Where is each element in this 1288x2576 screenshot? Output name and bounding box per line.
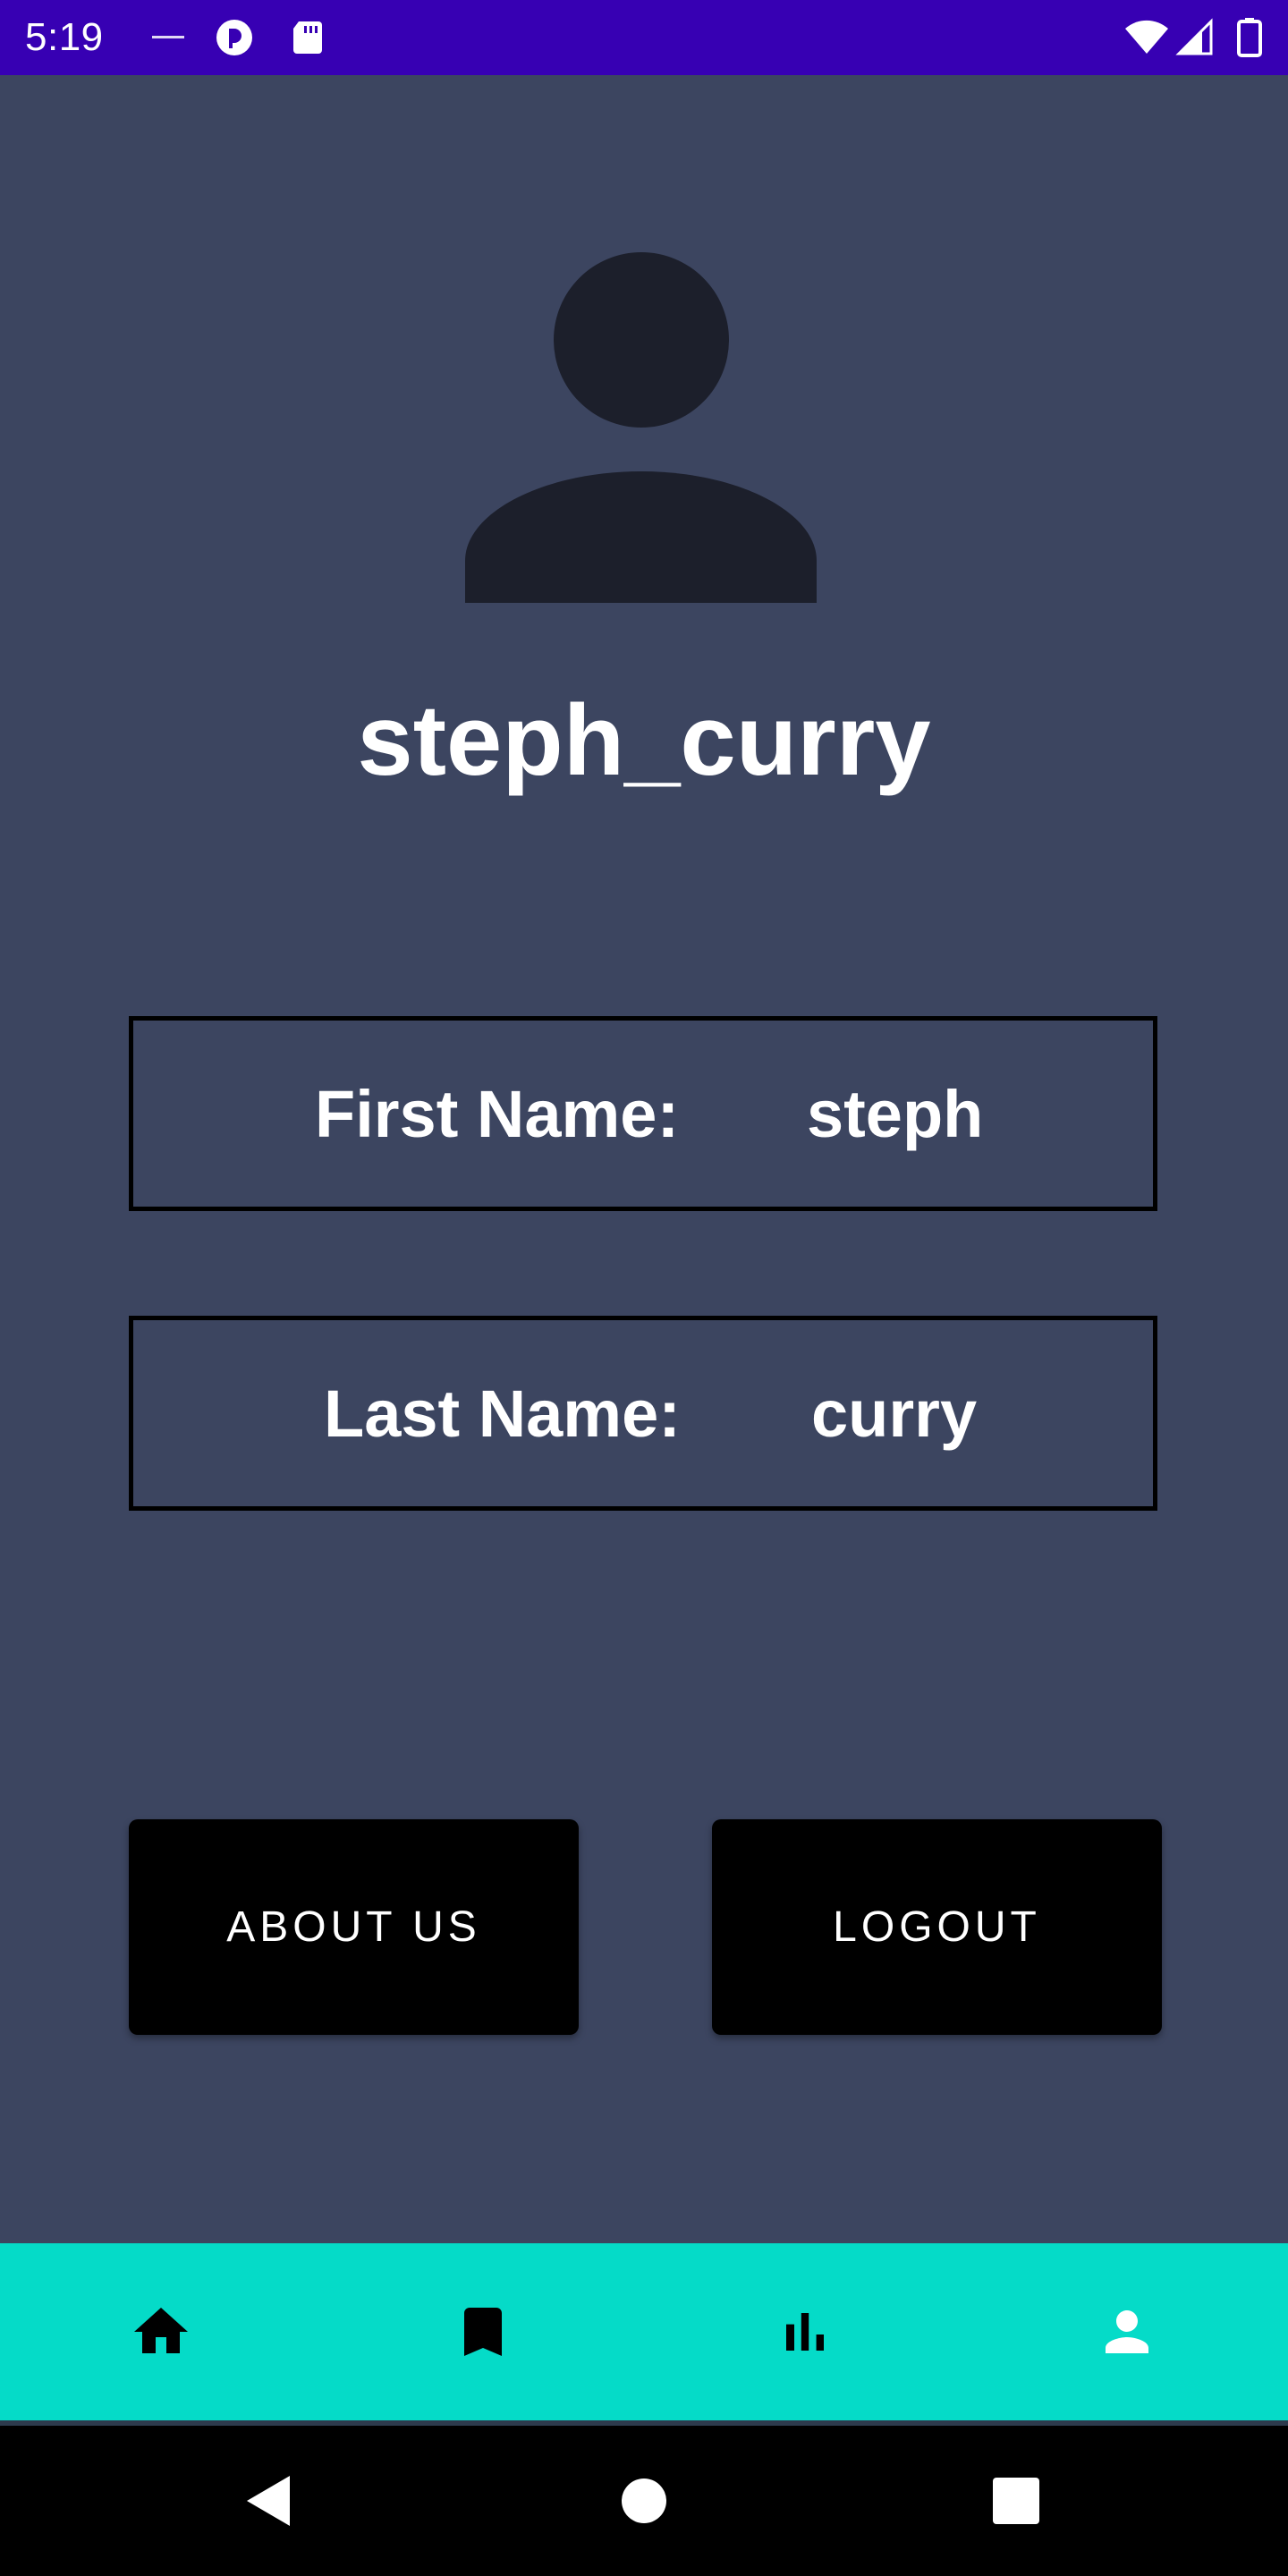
last-name-box: Last Name: curry <box>129 1316 1157 1511</box>
back-button[interactable] <box>224 2456 313 2546</box>
last-name-label: Last Name: <box>324 1376 681 1451</box>
bookmark-icon <box>464 2308 502 2356</box>
first-name-value: steph <box>807 1076 984 1151</box>
logout-button[interactable]: LOGOUT <box>712 1819 1162 2035</box>
first-name-box: First Name: steph <box>129 1016 1157 1211</box>
tiny-text-notification-icon <box>152 36 184 38</box>
person-icon <box>1106 2310 1148 2353</box>
username-title: steph_curry <box>357 684 931 796</box>
cellular-signal-icon <box>1175 18 1213 55</box>
nav-item-stats[interactable] <box>644 2243 966 2420</box>
home-icon <box>134 2308 188 2353</box>
system-navigation-bar <box>0 2426 1288 2576</box>
battery-icon <box>1237 18 1262 57</box>
nav-item-bookmarks[interactable] <box>322 2243 644 2420</box>
home-system-button[interactable] <box>599 2456 689 2546</box>
profile-screen: 5:19 steph_curry First Name: steph Last … <box>0 0 1288 2576</box>
last-name-value: curry <box>811 1376 978 1451</box>
recents-square-icon <box>993 2478 1039 2524</box>
status-time: 5:19 <box>25 15 104 59</box>
back-triangle-icon <box>247 2476 290 2526</box>
bottom-navigation <box>0 2243 1288 2420</box>
home-circle-icon <box>622 2479 666 2523</box>
recents-button[interactable] <box>971 2456 1061 2546</box>
avatar-icon <box>465 252 817 603</box>
status-bar: 5:19 <box>0 0 1288 75</box>
first-name-label: First Name: <box>315 1076 680 1151</box>
bar-chart-icon <box>786 2313 824 2351</box>
nav-item-home[interactable] <box>0 2243 322 2420</box>
about-us-button[interactable]: ABOUT US <box>129 1819 579 2035</box>
sd-card-icon <box>293 21 322 54</box>
wifi-icon <box>1125 20 1168 54</box>
nav-item-profile[interactable] <box>966 2243 1288 2420</box>
app-notification-icon <box>216 20 252 55</box>
